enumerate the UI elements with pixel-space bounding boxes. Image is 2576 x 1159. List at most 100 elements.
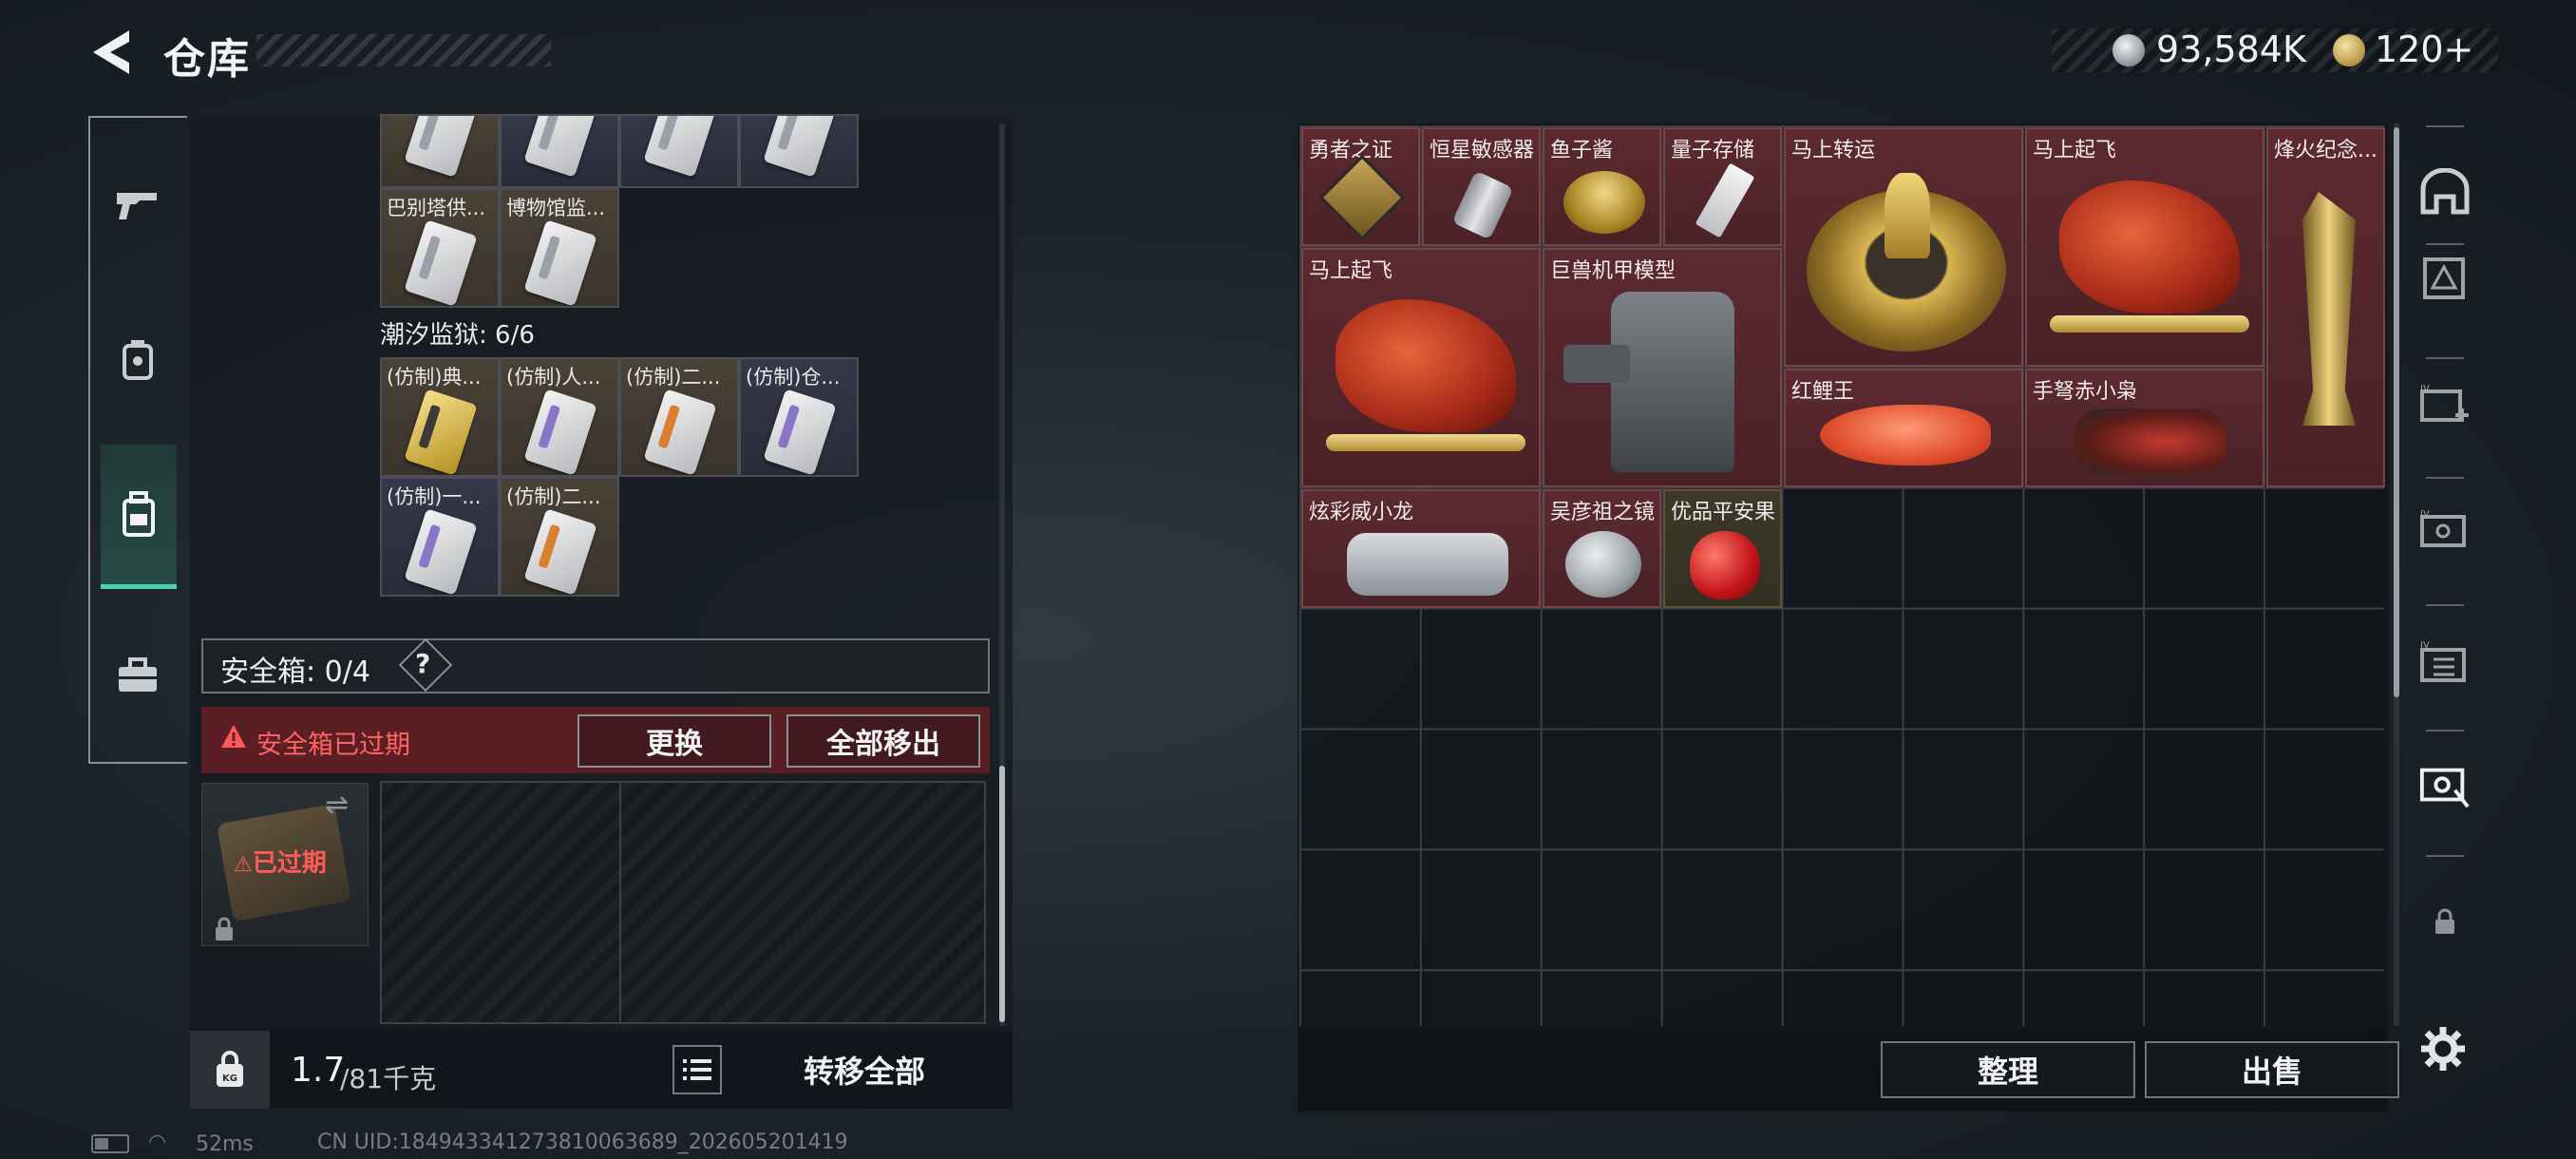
item-label: 博物馆监... [506, 197, 606, 219]
ping-value: 52ms [196, 1132, 254, 1156]
card-icon [404, 116, 478, 178]
mech-arm-image [1563, 345, 1630, 383]
item-lucky-turn[interactable]: 马上转运 [1784, 127, 2023, 367]
replace-button[interactable]: 更换 [578, 714, 771, 768]
side-tab-card-key[interactable]: IV [2418, 504, 2472, 557]
move-all-out-button[interactable]: 全部移出 [786, 714, 980, 768]
item-label: 巨兽机甲模型 [1550, 259, 1676, 283]
card-icon [523, 219, 597, 306]
item-beacon-memorial[interactable]: 烽火纪念... [2266, 127, 2385, 487]
silver-currency-value: 93,584K [2156, 28, 2306, 70]
item-mirror[interactable]: 吴彦祖之镜 [1543, 489, 1661, 608]
lock-icon [216, 917, 233, 940]
card-icon [404, 219, 478, 306]
card-key-icon: IV [2420, 509, 2466, 547]
card-icon [404, 389, 478, 475]
side-tab-card-plus[interactable]: IV [2418, 378, 2472, 431]
item-label: 恒星敏感器 [1430, 139, 1535, 162]
nav-toolbox[interactable] [101, 638, 175, 712]
item-label: (仿制)一... [387, 485, 482, 508]
safebox-expired-text: 安全箱已过期 [256, 731, 410, 760]
item-label: 马上转运 [1791, 139, 1876, 162]
sort-button[interactable]: 整理 [1881, 1041, 2135, 1098]
item-label: 优品平安果 [1671, 501, 1776, 524]
compact-mirror-image [1565, 531, 1641, 598]
sell-button[interactable]: 出售 [2145, 1041, 2399, 1098]
page-title: 仓库 [163, 35, 251, 84]
weight-icon-box: KG [190, 1031, 270, 1109]
left-scrollbar[interactable] [999, 766, 1005, 1022]
side-tab-flag[interactable] [2418, 253, 2472, 306]
item-peace-apple[interactable]: 优品平安果 [1663, 489, 1782, 608]
nav-armor[interactable] [101, 323, 175, 397]
case-expired-label: ⚠已过期 [234, 849, 327, 878]
card-icon [763, 389, 837, 475]
item-caviar[interactable]: 鱼子酱 [1543, 127, 1661, 246]
item-slot-babel[interactable]: 巴别塔供... [380, 188, 500, 308]
caviar-tin-image [1563, 171, 1645, 234]
side-tab-helmet[interactable] [2418, 165, 2472, 218]
item-slot-replica[interactable]: (仿制)二... [619, 357, 739, 477]
back-arrow-icon[interactable] [87, 27, 135, 78]
weight-value: 1.7 [291, 1051, 346, 1090]
item-label: 量子存储 [1671, 139, 1755, 162]
item-slot[interactable] [619, 114, 739, 188]
mech-body-image [1611, 292, 1734, 472]
gun-icon [117, 193, 157, 219]
item-slot-replica[interactable]: (仿制)典... [380, 357, 500, 477]
item-label: (仿制)二... [506, 485, 601, 508]
red-horse-image [2059, 180, 2240, 314]
item-horse-flight[interactable]: 马上起飞 [2025, 127, 2264, 367]
item-brave-badge[interactable]: 勇者之证 [1301, 127, 1420, 246]
item-star-sensor[interactable]: 恒星敏感器 [1422, 127, 1541, 246]
item-label: 巴别塔供... [387, 197, 486, 219]
card-icon [523, 389, 597, 475]
item-label: 烽火纪念... [2274, 139, 2377, 162]
item-slot[interactable] [500, 114, 619, 188]
item-quantum-storage[interactable]: 量子存储 [1663, 127, 1782, 246]
item-slot-replica[interactable]: (仿制)仓... [739, 357, 859, 477]
card-plus-icon: IV [2420, 384, 2469, 422]
nav-top-line [88, 116, 187, 118]
gold-coin-icon [2333, 34, 2365, 66]
svg-text:IV: IV [2420, 640, 2430, 651]
silver-coin-icon [2112, 34, 2145, 66]
settings-button[interactable] [2416, 1022, 2470, 1075]
item-carp-king[interactable]: 红鲤王 [1784, 369, 2023, 487]
item-label: (仿制)典... [387, 366, 482, 389]
toolbox-icon [119, 657, 157, 692]
side-tab-card-key-active[interactable] [2418, 760, 2472, 813]
side-separator [2426, 855, 2464, 857]
transfer-all-button[interactable]: 转移全部 [737, 1041, 992, 1098]
item-dazzle-dragon[interactable]: 炫彩威小龙 [1301, 489, 1541, 608]
item-slot-museum[interactable]: 博物馆监... [500, 188, 619, 308]
item-slot-replica[interactable]: (仿制)人... [500, 357, 619, 477]
nav-backpack[interactable] [101, 445, 177, 589]
gold-base-image [1326, 434, 1525, 451]
item-slot-replica[interactable]: (仿制)一... [380, 477, 500, 597]
item-slot-replica[interactable]: (仿制)二... [500, 477, 619, 597]
item-label: 炫彩威小龙 [1309, 501, 1414, 524]
gear-icon [2421, 1027, 2465, 1071]
gold-horse-image [1885, 173, 1930, 258]
flag-icon [2423, 257, 2465, 299]
help-button[interactable]: ? [415, 648, 430, 679]
item-slot[interactable] [380, 114, 500, 188]
item-slot[interactable] [739, 114, 859, 188]
warning-icon [221, 725, 246, 748]
right-scrollbar[interactable] [2394, 127, 2399, 697]
side-separator [2426, 357, 2464, 359]
side-tab-locked [2418, 895, 2472, 948]
item-mech-model[interactable]: 巨兽机甲模型 [1543, 248, 1782, 487]
gold-currency-value[interactable]: 120+ [2375, 28, 2473, 70]
svg-text:KG: KG [222, 1074, 237, 1084]
nav-weapons[interactable] [101, 167, 175, 241]
list-view-button[interactable] [672, 1045, 722, 1094]
safebox-grid[interactable] [380, 781, 986, 1024]
case-expired-text: 已过期 [252, 849, 327, 878]
side-tab-card-folder[interactable]: IV [2418, 636, 2472, 690]
item-horse-flight-2[interactable]: 马上起飞 [1301, 248, 1541, 487]
battery-icon [91, 1134, 129, 1153]
item-crossbow-owl[interactable]: 手弩赤小枭 [2025, 369, 2264, 487]
swap-icon[interactable]: ⇌ [325, 788, 349, 822]
